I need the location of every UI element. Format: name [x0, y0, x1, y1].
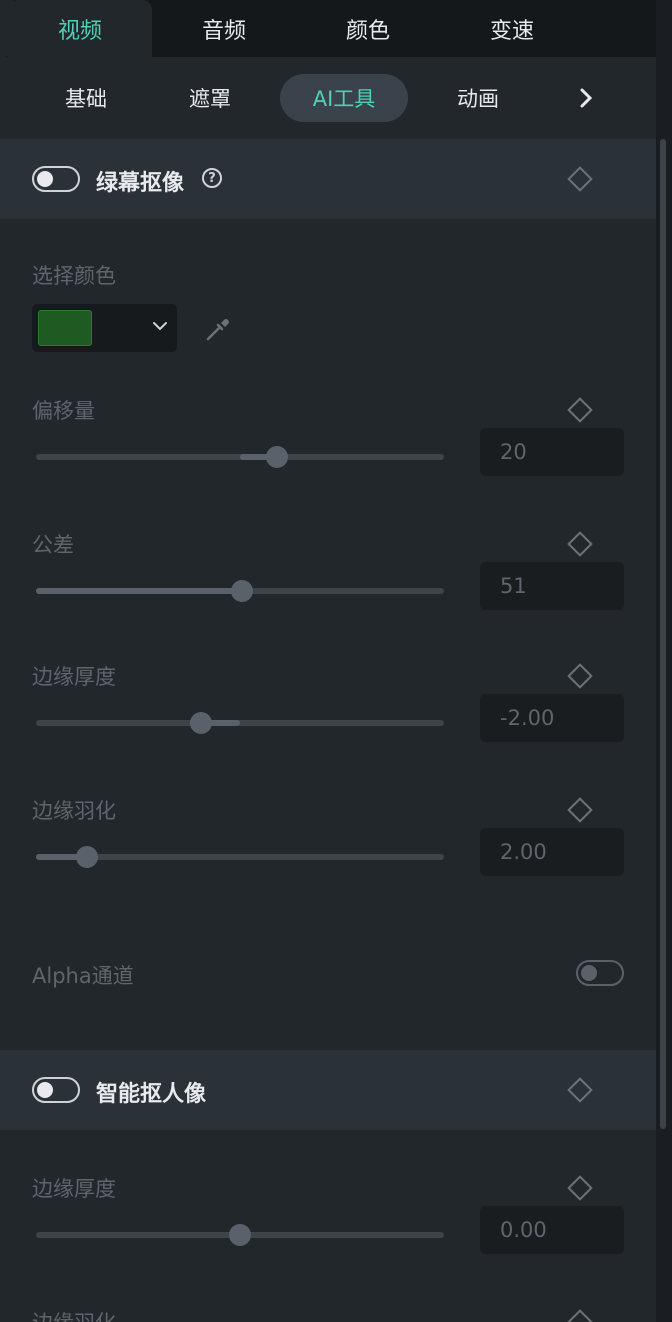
- slider-label: 公差: [32, 533, 74, 557]
- sub-tab-bar: 基础 遮罩 AI工具 动画: [0, 57, 656, 139]
- slider-track[interactable]: [36, 1224, 444, 1246]
- smart-cutout-header: 智能抠人像: [0, 1050, 656, 1130]
- slider-track[interactable]: [36, 446, 444, 468]
- alpha-channel-label: Alpha通道: [32, 964, 134, 988]
- scrollbar-thumb[interactable]: [660, 139, 666, 1129]
- subtab-basic[interactable]: 基础: [46, 74, 126, 122]
- value-input[interactable]: 51: [480, 562, 624, 610]
- tab-color[interactable]: 颜色: [296, 0, 440, 57]
- keyframe-icon[interactable]: [567, 797, 593, 823]
- slider-label: 边缘羽化: [32, 799, 116, 823]
- slider-track[interactable]: [36, 846, 444, 868]
- value-input[interactable]: 2.00: [480, 828, 624, 876]
- chevron-right-icon[interactable]: [566, 74, 606, 122]
- keyframe-icon[interactable]: [567, 531, 593, 557]
- properties-panel: 基础 遮罩 AI工具 动画 绿幕抠像 ? 选择颜色 偏移量 20 公差 51 边缘厚度 -…: [0, 57, 656, 1322]
- chroma-key-toggle[interactable]: [32, 166, 80, 192]
- slider-label: 偏移量: [32, 399, 95, 423]
- slider-track[interactable]: [36, 580, 444, 602]
- tab-speed[interactable]: 变速: [440, 0, 584, 57]
- tab-video[interactable]: 视频: [8, 0, 152, 57]
- select-color-label: 选择颜色: [32, 264, 116, 288]
- chevron-down-icon: [152, 318, 168, 338]
- top-tab-bar: 视频 音频 颜色 变速: [0, 0, 656, 57]
- value-input[interactable]: 0.00: [480, 1206, 624, 1254]
- slider-thumb[interactable]: [76, 846, 98, 868]
- value-input[interactable]: -2.00: [480, 694, 624, 742]
- keyframe-icon[interactable]: [567, 397, 593, 423]
- tab-audio[interactable]: 音频: [152, 0, 296, 57]
- subtab-ai-tools[interactable]: AI工具: [280, 74, 408, 122]
- slider-thumb[interactable]: [229, 1224, 251, 1246]
- slider-track[interactable]: [36, 712, 444, 734]
- scrollbar[interactable]: [656, 57, 672, 1322]
- slider-label: 边缘厚度: [32, 665, 116, 689]
- keyframe-icon[interactable]: [567, 1309, 593, 1322]
- color-swatch: [38, 310, 92, 346]
- slider-thumb[interactable]: [231, 580, 254, 602]
- slider-thumb[interactable]: [190, 712, 213, 734]
- slider-thumb[interactable]: [265, 446, 288, 468]
- keyframe-icon[interactable]: [567, 663, 593, 689]
- color-dropdown[interactable]: [32, 304, 177, 352]
- value-input[interactable]: 20: [480, 428, 624, 476]
- slider-fill: [36, 588, 243, 594]
- subtab-mask[interactable]: 遮罩: [170, 74, 250, 122]
- help-icon[interactable]: ?: [202, 168, 222, 188]
- smart-cutout-title: 智能抠人像: [96, 1082, 207, 1107]
- edge-feather-label: 边缘羽化: [32, 1307, 116, 1322]
- chroma-key-header: 绿幕抠像 ?: [0, 139, 656, 219]
- smart-cutout-toggle[interactable]: [32, 1077, 80, 1103]
- keyframe-icon[interactable]: [567, 166, 593, 192]
- alpha-channel-toggle[interactable]: [576, 960, 624, 986]
- slider-label: 边缘厚度: [32, 1177, 116, 1201]
- subtab-animation[interactable]: 动画: [438, 74, 518, 122]
- keyframe-icon[interactable]: [567, 1077, 593, 1103]
- chroma-key-title: 绿幕抠像: [96, 171, 185, 196]
- eyedropper-icon[interactable]: [204, 315, 232, 347]
- keyframe-icon[interactable]: [567, 1175, 593, 1201]
